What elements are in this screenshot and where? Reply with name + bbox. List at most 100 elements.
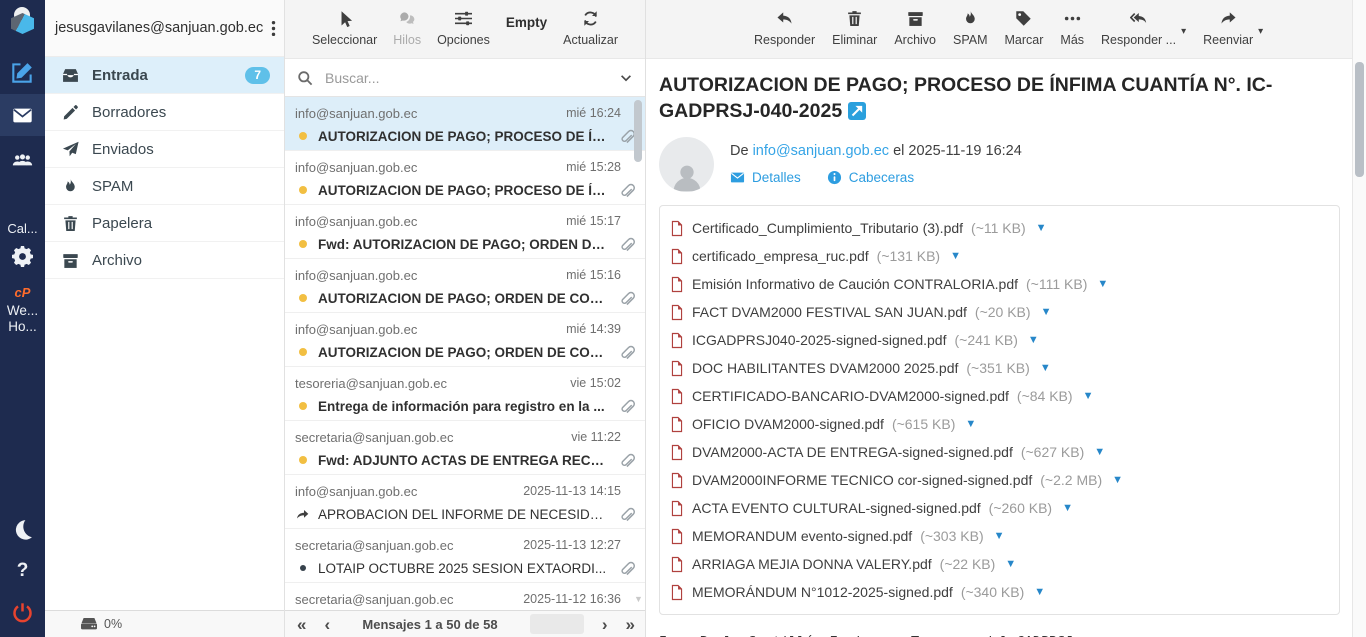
attachment-name[interactable]: Certificado_Cumplimiento_Tributario (3).… bbox=[692, 220, 963, 236]
forward-button[interactable]: Reenviar bbox=[1203, 0, 1253, 47]
sidebar-item-archivo[interactable]: Archivo bbox=[45, 242, 284, 279]
rail-compose[interactable] bbox=[0, 58, 45, 86]
attachment-name[interactable]: ARRIAGA MEJIA DONNA VALERY.pdf bbox=[692, 556, 932, 572]
attachment[interactable]: MEMORÁNDUM N°1012-2025-signed.pdf(~340 K… bbox=[670, 578, 1045, 606]
sidebar-item-papelera[interactable]: Papelera bbox=[45, 205, 284, 242]
attachment-menu-caret-icon[interactable]: ▼ bbox=[1094, 446, 1105, 458]
dropdown-caret-icon[interactable]: ▾ bbox=[1258, 26, 1263, 37]
last-page-button[interactable]: » bbox=[626, 616, 635, 633]
rail-mail[interactable] bbox=[0, 94, 45, 136]
attachment-menu-caret-icon[interactable]: ▼ bbox=[1041, 306, 1052, 318]
reply-button[interactable]: Responder bbox=[754, 0, 815, 47]
rail-dark-mode[interactable] bbox=[0, 515, 45, 543]
sidebar-item-entrada[interactable]: Entrada7 bbox=[45, 57, 284, 94]
message-row[interactable]: tesoreria@sanjuan.gob.ecvie 15:02Entrega… bbox=[285, 367, 645, 421]
attachment-menu-caret-icon[interactable]: ▼ bbox=[1083, 390, 1094, 402]
attachment[interactable]: Emisión Informativo de Caución CONTRALOR… bbox=[670, 270, 1108, 298]
attachment[interactable]: certificado_empresa_ruc.pdf(~131 KB)▼ bbox=[670, 242, 1000, 270]
message-row[interactable]: info@sanjuan.gob.ecmié 15:28AUTORIZACION… bbox=[285, 151, 645, 205]
attachment-name[interactable]: FACT DVAM2000 FESTIVAL SAN JUAN.pdf bbox=[692, 304, 967, 320]
message-row[interactable]: secretaria@sanjuan.gob.ecvie 11:22Fwd: A… bbox=[285, 421, 645, 475]
attachment[interactable]: ACTA EVENTO CULTURAL-signed-signed.pdf(~… bbox=[670, 494, 1073, 522]
next-page-button[interactable]: › bbox=[602, 616, 608, 633]
attachment-menu-caret-icon[interactable]: ▼ bbox=[1005, 558, 1016, 570]
headers-button[interactable]: Cabeceras bbox=[827, 170, 914, 185]
spam-button[interactable]: SPAM bbox=[953, 0, 988, 47]
rail-webmail-home-label[interactable]: We...Ho... bbox=[0, 302, 45, 336]
attachment-menu-caret-icon[interactable]: ▼ bbox=[1062, 502, 1073, 514]
select-button[interactable]: Seleccionar bbox=[312, 0, 377, 47]
attachment-menu-caret-icon[interactable]: ▼ bbox=[1036, 222, 1047, 234]
attachment-name[interactable]: ACTA EVENTO CULTURAL-signed-signed.pdf bbox=[692, 500, 981, 516]
attachment-name[interactable]: OFICIO DVAM2000-signed.pdf bbox=[692, 416, 884, 432]
attachment[interactable]: FACT DVAM2000 FESTIVAL SAN JUAN.pdf(~20 … bbox=[670, 298, 1051, 326]
details-button[interactable]: Detalles bbox=[730, 170, 801, 185]
threads-button[interactable]: Hilos bbox=[393, 0, 421, 47]
sidebar-item-enviados[interactable]: Enviados bbox=[45, 131, 284, 168]
rail-contacts[interactable] bbox=[0, 146, 45, 174]
attachment-menu-caret-icon[interactable]: ▼ bbox=[1040, 362, 1051, 374]
attachment[interactable]: MEMORANDUM evento-signed.pdf(~303 KB)▼ bbox=[670, 522, 1005, 550]
search-input[interactable] bbox=[323, 69, 609, 87]
message-row[interactable]: info@sanjuan.gob.ecmié 15:16AUTORIZACION… bbox=[285, 259, 645, 313]
page-jump-box[interactable] bbox=[530, 614, 584, 634]
delete-button[interactable]: Eliminar bbox=[832, 0, 877, 47]
external-link-icon[interactable] bbox=[848, 102, 866, 120]
rail-settings[interactable] bbox=[0, 242, 45, 270]
rail-calendar-label[interactable]: Cal... bbox=[0, 220, 45, 236]
attachment[interactable]: CERTIFICADO-BANCARIO-DVAM2000-signed.pdf… bbox=[670, 382, 1093, 410]
sidebar-item-spam[interactable]: SPAM bbox=[45, 168, 284, 205]
rail-cpanel-label[interactable]: cP bbox=[0, 284, 45, 300]
attachment-name[interactable]: MEMORANDUM evento-signed.pdf bbox=[692, 528, 912, 544]
attachment-name[interactable]: Emisión Informativo de Caución CONTRALOR… bbox=[692, 276, 1018, 292]
chevron-down-icon[interactable] bbox=[619, 71, 633, 85]
refresh-button[interactable]: Actualizar bbox=[563, 0, 618, 47]
attachment[interactable]: Certificado_Cumplimiento_Tributario (3).… bbox=[670, 214, 1047, 242]
attachment-menu-caret-icon[interactable]: ▼ bbox=[1034, 586, 1045, 598]
attachment-name[interactable]: MEMORÁNDUM N°1012-2025-signed.pdf bbox=[692, 584, 953, 600]
attachment[interactable]: OFICIO DVAM2000-signed.pdf(~615 KB)▼ bbox=[670, 410, 1000, 438]
empty-button[interactable]: Empty bbox=[506, 0, 547, 38]
more-button[interactable]: Más bbox=[1060, 0, 1084, 47]
attachment-menu-caret-icon[interactable]: ▼ bbox=[1028, 334, 1039, 346]
attachment-menu-caret-icon[interactable]: ▼ bbox=[994, 530, 1005, 542]
attachment-name[interactable]: certificado_empresa_ruc.pdf bbox=[692, 248, 869, 264]
first-page-button[interactable]: « bbox=[297, 616, 306, 633]
options-button[interactable]: Opciones bbox=[437, 0, 490, 47]
message-row[interactable]: info@sanjuan.gob.ec2025-11-13 14:15APROB… bbox=[285, 475, 645, 529]
rail-help-label[interactable]: ? bbox=[0, 559, 45, 583]
archive-button[interactable]: Archivo bbox=[894, 0, 936, 47]
attachment-name[interactable]: DVAM2000INFORME TECNICO cor-signed-signe… bbox=[692, 472, 1032, 488]
message-row[interactable]: secretaria@sanjuan.gob.ec2025-11-13 12:2… bbox=[285, 529, 645, 583]
mark-button[interactable]: Marcar bbox=[1005, 0, 1044, 47]
rail-logout[interactable] bbox=[0, 597, 45, 627]
list-scrollbar-thumb[interactable] bbox=[634, 100, 642, 162]
sender-email-link[interactable]: info@sanjuan.gob.ec bbox=[753, 143, 889, 159]
kebab-menu-icon[interactable] bbox=[271, 20, 276, 37]
reply-all-button[interactable]: Responder ... bbox=[1101, 0, 1176, 47]
attachment-menu-caret-icon[interactable]: ▼ bbox=[1112, 474, 1123, 486]
attachment-name[interactable]: DVAM2000-ACTA DE ENTREGA-signed-signed.p… bbox=[692, 444, 1013, 460]
scroll-down-arrow-icon[interactable]: ▼ bbox=[634, 594, 643, 604]
window-scrollbar[interactable] bbox=[1352, 0, 1366, 637]
prev-page-button[interactable]: ‹ bbox=[324, 616, 330, 633]
attachment-menu-caret-icon[interactable]: ▼ bbox=[965, 418, 976, 430]
message-row[interactable]: secretaria@sanjuan.gob.ec2025-11-12 16:3… bbox=[285, 583, 645, 613]
attachment-name[interactable]: DOC HABILITANTES DVAM2000 2025.pdf bbox=[692, 360, 958, 376]
list-scrollbar[interactable]: ▼ bbox=[634, 100, 642, 162]
attachment-name[interactable]: ICGADPRSJ040-2025-signed-signed.pdf bbox=[692, 332, 946, 348]
attachment[interactable]: DVAM2000INFORME TECNICO cor-signed-signe… bbox=[670, 466, 1123, 494]
attachment[interactable]: ARRIAGA MEJIA DONNA VALERY.pdf(~22 KB)▼ bbox=[670, 550, 1016, 578]
attachment-menu-caret-icon[interactable]: ▼ bbox=[950, 250, 961, 262]
attachment[interactable]: DOC HABILITANTES DVAM2000 2025.pdf(~351 … bbox=[670, 354, 1051, 382]
attachment-name[interactable]: CERTIFICADO-BANCARIO-DVAM2000-signed.pdf bbox=[692, 388, 1009, 404]
message-row[interactable]: info@sanjuan.gob.ecmié 15:17Fwd: AUTORIZ… bbox=[285, 205, 645, 259]
attachment-menu-caret-icon[interactable]: ▼ bbox=[1097, 278, 1108, 290]
message-row[interactable]: info@sanjuan.gob.ecmié 16:24AUTORIZACION… bbox=[285, 97, 645, 151]
attachment[interactable]: DVAM2000-ACTA DE ENTREGA-signed-signed.p… bbox=[670, 438, 1105, 466]
dropdown-caret-icon[interactable]: ▾ bbox=[1181, 26, 1186, 37]
message-row[interactable]: info@sanjuan.gob.ecmié 14:39AUTORIZACION… bbox=[285, 313, 645, 367]
attachment[interactable]: ICGADPRSJ040-2025-signed-signed.pdf(~241… bbox=[670, 326, 1039, 354]
sidebar-item-borradores[interactable]: Borradores bbox=[45, 94, 284, 131]
window-scrollbar-thumb[interactable] bbox=[1355, 62, 1364, 177]
